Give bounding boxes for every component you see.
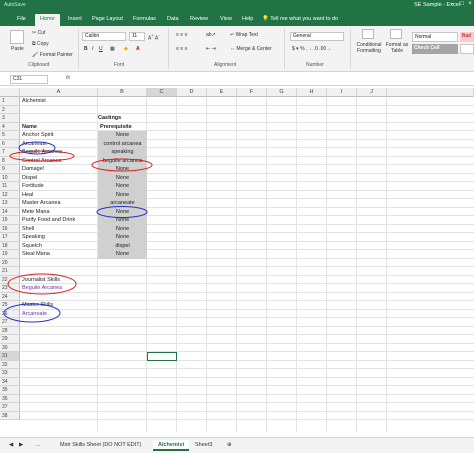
align-left-icon[interactable]: ≡ ≡ ≡ (176, 46, 188, 52)
tab-formulas[interactable]: Formulas (128, 14, 161, 26)
close-icon[interactable]: × (466, 1, 474, 9)
copy-button[interactable]: ⧉ Copy (32, 41, 49, 47)
italic-button[interactable]: I (92, 46, 93, 52)
borders-icon[interactable]: ▦ (110, 46, 115, 52)
bold-button[interactable]: B (84, 46, 88, 52)
maximize-icon[interactable]: □ (458, 1, 466, 9)
annotation-circle-b13 (96, 206, 148, 218)
currency-icon[interactable]: $ ▾ % , ←.0 .00→ (292, 46, 331, 52)
font-group-label: Font (114, 62, 125, 68)
tab-insert[interactable]: Insert (63, 14, 87, 26)
divider (350, 29, 351, 69)
font-name-select[interactable]: Calibri (82, 32, 126, 41)
tell-me-label: Tell me what you want to do (270, 16, 339, 22)
formula-bar: C31 fx (0, 73, 474, 86)
underline-button[interactable]: U (99, 46, 103, 52)
format-as-table-button[interactable]: Format as Table (384, 42, 410, 54)
cut-label: Cut (37, 30, 46, 36)
font-grow-icon[interactable]: A+ A- (148, 33, 160, 42)
alignment-group-label: Alignment (214, 62, 237, 68)
tab-home[interactable]: Home (35, 14, 60, 26)
format-painter-label: Format Painter (39, 52, 73, 58)
annotation-circle-b8 (91, 158, 153, 172)
style-bad[interactable]: Bad (460, 32, 474, 42)
tab-help[interactable]: Help (237, 14, 258, 26)
indent-icon[interactable]: ⇤ ⇥ (206, 46, 216, 52)
title-bar: AutoSave SE Sample - Excel – □ × (0, 0, 474, 11)
window-title: SE Sample - Excel (414, 2, 460, 8)
font-color-icon[interactable]: A (136, 46, 140, 52)
annotation-circle-master (3, 303, 61, 323)
style-normal[interactable]: Normal (412, 32, 458, 42)
style-check-cell[interactable]: Check Cell (412, 44, 458, 54)
tab-page-layout[interactable]: Page Layout (87, 14, 128, 26)
divider (168, 29, 169, 69)
tab-file[interactable]: File (12, 14, 31, 26)
clipboard-group-label: Clipboard (28, 62, 50, 68)
brush-icon: 🖌 (32, 52, 40, 58)
annotation-circle-beguile (9, 150, 75, 162)
merge-center-button[interactable]: ⇔ Merge & Center (230, 46, 272, 52)
copy-label: Copy (36, 41, 49, 47)
tab-alchemist[interactable]: Alchemist (153, 440, 190, 451)
orientation-icon[interactable]: ab↗ (206, 32, 216, 38)
wrap-text-button[interactable]: ↵ Wrap Text (230, 32, 258, 38)
fx-label[interactable]: fx (66, 75, 70, 81)
format-as-table-icon (390, 29, 402, 39)
number-group-label: Number (306, 62, 324, 68)
tab-view[interactable]: View (215, 14, 237, 26)
divider (78, 29, 79, 69)
scroll-right-icon[interactable]: ▶ (14, 440, 28, 451)
add-sheet-icon[interactable]: ⊕ (222, 440, 237, 451)
wrap-text-label: Wrap Text (235, 32, 258, 38)
align-top-icon[interactable]: ≡ ≡ ≡ (176, 32, 188, 38)
fill-color-icon[interactable]: ◆ (124, 46, 128, 52)
tab-mstr-skills-sheet[interactable]: Mstr Skills Sheet (DO NOT EDIT) (55, 440, 147, 451)
spreadsheet-grid[interactable]: A B C D E F G H I J 1 2 3 4 5 6 7 8 9 10 11 12 13 14 1… (0, 88, 474, 432)
annotation-layer (3, 141, 153, 323)
format-painter-button[interactable]: 🖌 Format Painter (32, 52, 73, 58)
merge-center-label: Merge & Center (236, 46, 272, 52)
paste-icon[interactable] (10, 30, 24, 44)
tell-me-search[interactable]: 💡 Tell me what you want to do (262, 16, 338, 22)
divider (284, 29, 285, 69)
style-explanatory[interactable] (460, 44, 474, 54)
paste-button[interactable]: Paste (11, 46, 24, 52)
number-format-select[interactable]: General (290, 32, 344, 41)
cut-button[interactable]: ✂ Cut (32, 30, 45, 36)
conditional-formatting-icon (362, 29, 374, 39)
sheet-tab-bar: ◀ ▶ … Mstr Skills Sheet (DO NOT EDIT) Al… (0, 437, 474, 453)
ribbon-tabs: File Home Insert Page Layout Formulas Da… (0, 11, 474, 26)
more-sheets-icon[interactable]: … (30, 440, 46, 451)
tab-review[interactable]: Review (185, 14, 213, 26)
annotation-circle-journalist (7, 273, 77, 295)
font-size-select[interactable]: 11 (129, 32, 145, 41)
tab-data[interactable]: Data (162, 14, 184, 26)
tab-sheet3[interactable]: Sheet3 (190, 440, 217, 451)
name-box[interactable]: C31 (10, 75, 48, 84)
ribbon: Paste ✂ Cut ⧉ Copy 🖌 Format Painter Clip… (0, 26, 474, 72)
minimize-icon[interactable]: – (448, 1, 456, 9)
conditional-formatting-button[interactable]: Conditional Formatting (354, 42, 384, 54)
